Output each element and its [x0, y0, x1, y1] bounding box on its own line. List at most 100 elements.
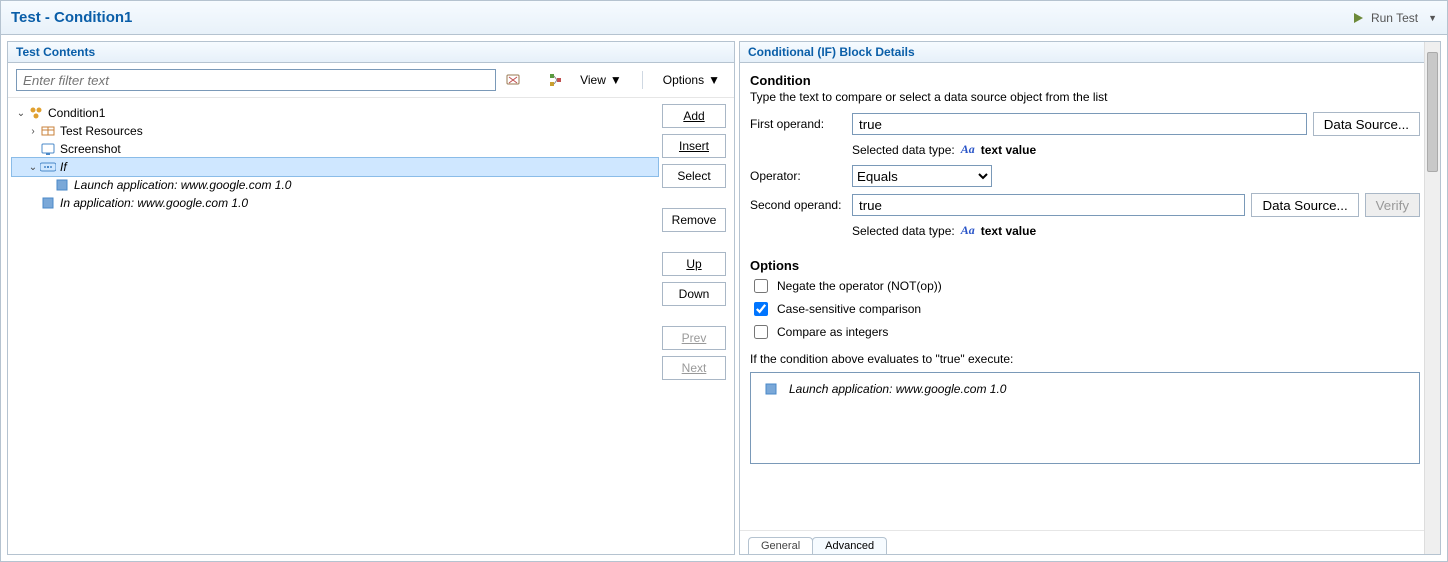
tree-label: Test Resources [60, 124, 143, 138]
clear-filter-icon[interactable] [504, 71, 522, 89]
select-button[interactable]: Select [662, 164, 726, 188]
if-true-section: If the condition above evaluates to "tru… [750, 352, 1420, 464]
text-type-icon: Aa [961, 142, 975, 157]
first-operand-input[interactable] [852, 113, 1307, 135]
in-app-icon [40, 195, 56, 211]
first-operand-label: First operand: [750, 117, 846, 131]
second-datasource-button[interactable]: Data Source... [1251, 193, 1358, 217]
vertical-scrollbar[interactable] [1424, 42, 1440, 554]
test-contents-header: Test Contents [8, 42, 734, 63]
execute-item-label: Launch application: www.google.com 1.0 [789, 382, 1006, 396]
tab-advanced[interactable]: Advanced [812, 537, 887, 554]
separator [642, 71, 643, 89]
test-tree[interactable]: ⌄ Condition1 › Test Resources [8, 98, 662, 554]
case-checkbox[interactable] [754, 302, 768, 316]
test-contents-panel: Test Contents View ▼ Options ▼ [7, 41, 735, 555]
run-test-label: Run Test [1371, 11, 1418, 25]
tree-item-screenshot[interactable]: Screenshot [12, 140, 658, 158]
details-header: Conditional (IF) Block Details [740, 42, 1440, 63]
tree-label: In application: www.google.com 1.0 [60, 196, 248, 210]
case-label: Case-sensitive comparison [777, 302, 921, 316]
condition-icon [28, 105, 44, 121]
app-window: Test - Condition1 Run Test ▼ Test Conten… [0, 0, 1448, 562]
title-bar: Test - Condition1 Run Test ▼ [1, 1, 1447, 35]
left-toolbar: View ▼ Options ▼ [8, 63, 734, 97]
tree-item-launch[interactable]: Launch application: www.google.com 1.0 [12, 176, 658, 194]
tree-label: Condition1 [48, 106, 105, 120]
chevron-down-icon: ▼ [1428, 13, 1437, 23]
details-panel: Conditional (IF) Block Details Condition… [739, 41, 1441, 555]
second-dt-value: text value [981, 224, 1036, 238]
tab-general[interactable]: General [748, 537, 813, 554]
prev-button[interactable]: Prev [662, 326, 726, 350]
resources-icon [40, 123, 56, 139]
launch-icon [54, 177, 70, 193]
operator-label: Operator: [750, 169, 846, 183]
selected-dt-label: Selected data type: [852, 143, 955, 157]
selected-dt-label: Selected data type: [852, 224, 955, 238]
int-checkbox[interactable] [754, 325, 768, 339]
tree-label: Screenshot [60, 142, 121, 156]
body: Test Contents View ▼ Options ▼ [1, 35, 1447, 561]
window-title: Test - Condition1 [11, 9, 1351, 26]
collapse-icon[interactable]: ⌄ [26, 162, 40, 173]
view-dropdown[interactable]: View ▼ [574, 69, 628, 91]
chevron-down-icon: ▼ [610, 73, 622, 87]
tree-label: If [60, 160, 67, 174]
tree-item-resources[interactable]: › Test Resources [12, 122, 658, 140]
expand-icon[interactable]: › [26, 126, 40, 137]
case-checkbox-row[interactable]: Case-sensitive comparison [750, 299, 1420, 319]
down-button[interactable]: Down [662, 282, 726, 306]
int-checkbox-row[interactable]: Compare as integers [750, 322, 1420, 342]
tree-item-in-app[interactable]: In application: www.google.com 1.0 [12, 194, 658, 212]
options-section: Options Negate the operator (NOT(op)) Ca… [750, 258, 1420, 342]
up-button[interactable]: Up [662, 252, 726, 276]
scrollbar-thumb[interactable] [1427, 52, 1438, 172]
first-datatype-line: Selected data type: Aa text value [852, 142, 1420, 157]
row-first-operand: First operand: Data Source... [750, 112, 1420, 136]
int-label: Compare as integers [777, 325, 888, 339]
if-block-icon [40, 159, 56, 175]
if-true-label: If the condition above evaluates to "tru… [750, 352, 1420, 366]
second-operand-label: Second operand: [750, 198, 846, 212]
filter-input[interactable] [16, 69, 496, 91]
negate-checkbox-row[interactable]: Negate the operator (NOT(op)) [750, 276, 1420, 296]
section-options: Options [750, 258, 1420, 273]
play-icon [1351, 11, 1365, 25]
first-dt-value: text value [981, 143, 1036, 157]
second-operand-input[interactable] [852, 194, 1245, 216]
second-datatype-line: Selected data type: Aa text value [852, 223, 1420, 238]
details-tabs: General Advanced [740, 530, 1440, 554]
row-operator: Operator: Equals [750, 165, 1420, 187]
section-condition: Condition [750, 73, 1420, 88]
tree-action-buttons: Add Insert Select Remove Up Down Prev Ne… [662, 98, 734, 554]
left-main: ⌄ Condition1 › Test Resources [8, 97, 734, 554]
insert-button[interactable]: Insert [662, 134, 726, 158]
condition-hint: Type the text to compare or select a dat… [750, 90, 1420, 104]
operator-select[interactable]: Equals [852, 165, 992, 187]
negate-label: Negate the operator (NOT(op)) [777, 279, 942, 293]
remove-button[interactable]: Remove [662, 208, 726, 232]
text-type-icon: Aa [961, 223, 975, 238]
launch-icon [763, 381, 779, 397]
execute-item[interactable]: Launch application: www.google.com 1.0 [763, 381, 1407, 397]
verify-button[interactable]: Verify [1365, 193, 1420, 217]
options-label: Options [663, 73, 704, 87]
tree-item-root[interactable]: ⌄ Condition1 [12, 104, 658, 122]
execute-list[interactable]: Launch application: www.google.com 1.0 [750, 372, 1420, 464]
options-dropdown[interactable]: Options ▼ [657, 69, 726, 91]
view-label: View [580, 73, 606, 87]
chevron-down-icon: ▼ [708, 73, 720, 87]
tree-view-icon[interactable] [548, 71, 566, 89]
collapse-icon[interactable]: ⌄ [14, 108, 28, 119]
negate-checkbox[interactable] [754, 279, 768, 293]
details-body: Condition Type the text to compare or se… [740, 63, 1440, 530]
next-button[interactable]: Next [662, 356, 726, 380]
add-button[interactable]: Add [662, 104, 726, 128]
run-test-button[interactable]: Run Test ▼ [1351, 11, 1437, 25]
tree-label: Launch application: www.google.com 1.0 [74, 178, 291, 192]
screenshot-icon [40, 141, 56, 157]
first-datasource-button[interactable]: Data Source... [1313, 112, 1420, 136]
row-second-operand: Second operand: Data Source... Verify [750, 193, 1420, 217]
tree-item-if[interactable]: ⌄ If [12, 158, 658, 176]
